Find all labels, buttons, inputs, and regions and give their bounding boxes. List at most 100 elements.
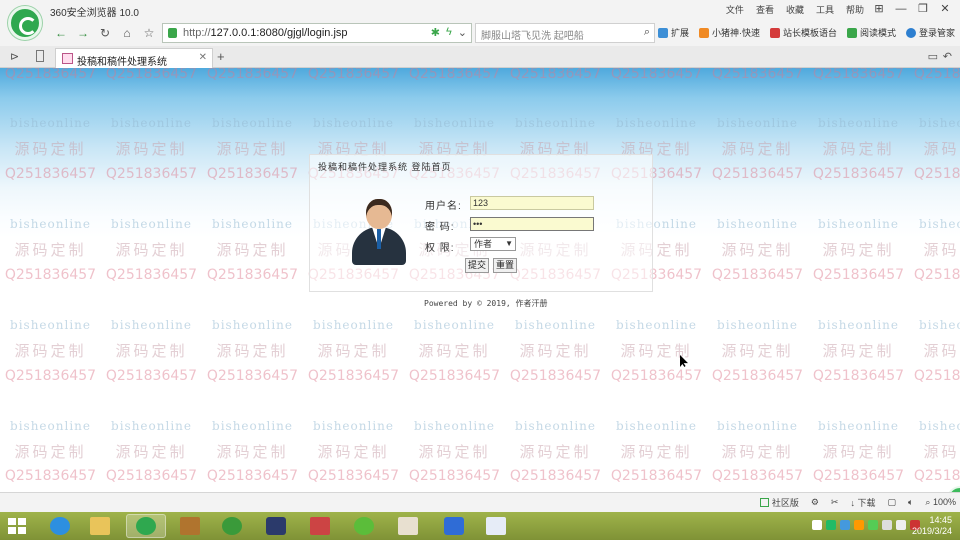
reading-mode-button[interactable]: 阅读模式 [847,26,896,39]
tab-login[interactable]: 投稿和稿件处理系统 ✕ [55,48,213,68]
watermark-row: Q2518364​57 Q2518364​57 Q2518364​57 Q251836… [4,468,960,484]
checkbox-icon [759,498,769,507]
username-input[interactable]: 123 [470,196,594,210]
role-select[interactable]: 作者 ▼ [470,237,516,251]
ie-app-icon[interactable] [40,514,80,538]
menu-help[interactable]: 帮助 [846,3,864,16]
watermark-row: bisheonline bisheonline bisheonline bisheon… [10,419,960,433]
xiaozhu-extension[interactable]: 小猪神·快速 [699,26,760,39]
sidebar-toggle-icon[interactable]: ⊳ [10,50,19,63]
browser-menu: 文件 查看 收藏 工具 帮助 [726,3,864,16]
house-app-icon[interactable] [300,514,340,538]
secure-lock-icon [168,28,177,38]
tray-arrow-icon[interactable] [812,520,822,530]
download-status[interactable]: ↓ 下载 [850,496,875,509]
menu-tools[interactable]: 工具 [816,3,834,16]
start-windows-icon[interactable] [8,518,26,534]
window-icon[interactable]: ▢ [888,497,897,508]
book-app-icon[interactable] [170,514,210,538]
tray-app-icon[interactable] [868,520,878,530]
360-browser-app-icon[interactable] [126,514,166,538]
role-selected-value: 作者 [474,239,493,249]
page-favicon-icon [62,53,73,64]
login-panel: 投稿和稿件处理系统 登陆首页 用户名: 123 密 码: ••• 权 限: 作者… [309,154,653,292]
menu-favorites[interactable]: 收藏 [786,3,804,16]
minimize-button[interactable]: — [892,1,910,17]
forward-arrow-icon[interactable]: → [74,25,92,41]
search-icon[interactable]: ⌕ [644,26,650,39]
zoom-level[interactable]: ⌕ 100% [925,497,956,508]
grid-icon [658,27,668,38]
star-icon[interactable]: ☆ [140,25,158,41]
footer-copyright: Powered by © 2019, 作者汗册 [424,299,548,308]
user-avatar-icon [350,197,408,265]
network-icon[interactable] [882,520,892,530]
windows-taskbar: 14:45 2019/3/24 [0,512,960,540]
menu-view[interactable]: 查看 [756,3,774,16]
tray-app-icon[interactable] [840,520,850,530]
watermark-row: bisheonline bisheonline bisheonline bisheon… [10,318,960,332]
close-window-button[interactable]: ✕ [936,1,954,17]
submit-button[interactable]: 提交 [465,258,489,273]
tab-title: 投稿和稿件处理系统 [77,57,167,68]
java-app-icon[interactable] [388,514,428,538]
home-icon[interactable]: ⌂ [118,25,136,41]
url-text[interactable]: http://127.0.0.1:8080/gjgl/login.jsp [183,27,348,39]
clock-time: 14:45 [929,515,952,525]
reset-button[interactable]: 重置 [493,258,517,273]
community-status[interactable]: 社区版 [759,496,799,509]
key-icon [906,27,917,38]
undo-close-icon[interactable]: ↶ [943,50,952,63]
refresh-icon[interactable]: ↻ [96,25,114,41]
status-items: 社区版 ⚙ ✂ ↓ 下载 ▢ 🔈︎ ⌕ 100% [759,496,956,509]
book-icon [847,27,858,38]
window-app-icon[interactable] [476,514,516,538]
speed-mode-icon[interactable]: ϟ [446,26,452,39]
gear-icon[interactable]: ⚙ [811,497,819,508]
watermark-row: Q2518364​57 Q2518364​57 Q2518364​57 Q251836… [4,368,960,384]
extension-bar: 扩展 小猪神·快速 站长模板语台 阅读模式 登录管家 [658,26,955,39]
frog-app-icon[interactable] [212,514,252,538]
compat-mode-icon[interactable]: ✱ [431,26,440,39]
extensions-button[interactable]: 扩展 [658,26,689,39]
floating-helper-icon[interactable] [947,486,960,492]
system-clock[interactable]: 14:45 2019/3/24 [912,515,952,537]
maximize-button[interactable]: ❐ [914,1,932,17]
dropdown-chevron-icon[interactable]: ⌄ [458,26,467,39]
wps-app-icon[interactable] [434,514,474,538]
navigation-bar: ← → ↻ ⌂ ☆ http://127.0.0.1:8080/gjgl/log… [0,20,960,46]
explorer-app-icon[interactable] [80,514,120,538]
login-manager-button[interactable]: 登录管家 [906,26,955,39]
login-header: 投稿和稿件处理系统 登陆首页 [318,162,452,172]
watermark-row: bisheonline bisheonline bisheonline bisheon… [10,116,960,130]
title-bar: 360安全浏览器 10.0 文件 查看 收藏 工具 帮助 ⊞ — ❐ ✕ [0,0,960,20]
tab-list-icon[interactable]: ▭ [928,50,938,63]
password-input[interactable]: ••• [470,217,594,231]
address-bar-icons: ✱ ϟ ⌄ [431,26,467,39]
scissors-icon[interactable]: ✂ [831,497,839,508]
skin-icon[interactable]: ⊞ [870,1,888,17]
close-tab-icon[interactable]: ✕ [199,52,207,63]
username-label: 用户名: [425,201,462,212]
new-tab-icon[interactable]: + [217,49,225,64]
volume-icon[interactable] [896,520,906,530]
dreamweaver-app-icon[interactable] [344,514,384,538]
browser-logo-icon[interactable] [8,6,42,40]
sound-icon[interactable]: 🔈︎ [908,497,913,508]
tray-app-icon[interactable] [854,520,864,530]
template-icon [770,27,781,38]
system-tray [812,520,920,530]
phone-icon[interactable] [36,50,44,62]
eclipse-app-icon[interactable] [256,514,296,538]
search-placeholder: 脚服山塔飞见洗 起吧船 [481,31,584,42]
back-arrow-icon[interactable]: ← [52,25,70,41]
password-label: 密 码: [425,222,455,233]
menu-file[interactable]: 文件 [726,3,744,16]
tray-app-icon[interactable] [826,520,836,530]
status-bar: 社区版 ⚙ ✂ ↓ 下载 ▢ 🔈︎ ⌕ 100% [0,492,960,512]
address-bar[interactable]: http://127.0.0.1:8080/gjgl/login.jsp ✱ ϟ… [162,23,472,43]
app-title: 360安全浏览器 10.0 [50,8,139,19]
site-template-extension[interactable]: 站长模板语台 [770,26,837,39]
search-box[interactable]: 脚服山塔飞见洗 起吧船 ⌕ [475,23,655,43]
role-label: 权 限: [425,243,455,254]
